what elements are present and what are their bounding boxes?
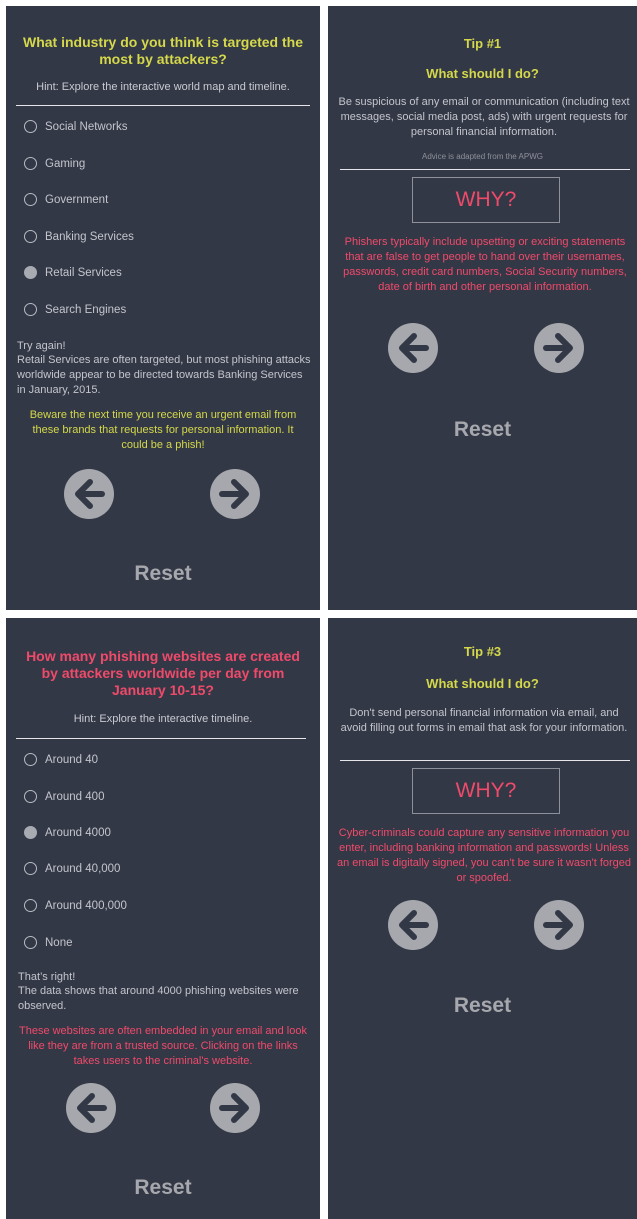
reset-button[interactable]: Reset [6, 562, 320, 586]
tip-title: What should I do? [426, 66, 539, 81]
next-button[interactable] [534, 323, 584, 373]
radio-button-selected-icon[interactable] [24, 826, 37, 839]
why-explanation: Phishers typically include upsetting or … [343, 236, 627, 293]
why-button[interactable]: WHY? [412, 177, 560, 223]
option-government[interactable]: Government [24, 193, 108, 206]
radio-button-icon[interactable] [24, 230, 37, 243]
radio-button-icon[interactable] [24, 936, 37, 949]
next-button[interactable] [210, 469, 260, 519]
option-gaming[interactable]: Gaming [24, 157, 85, 170]
back-button[interactable] [66, 1083, 116, 1133]
arrow-right-circle-icon [543, 333, 573, 363]
hint-text: Hint: Explore the interactive timeline. [73, 713, 253, 725]
arrow-left-circle-icon [399, 333, 429, 363]
feedback-status: That’s right! [18, 971, 76, 983]
option-around-400000[interactable]: Around 400,000 [24, 899, 127, 912]
tip-body: Don't send personal financial informatio… [340, 707, 628, 734]
advice-source-note: Advice is adapted from the APWG [422, 152, 543, 161]
option-around-40[interactable]: Around 40 [24, 753, 98, 766]
option-social-networks[interactable]: Social Networks [24, 120, 127, 133]
option-label: Social Networks [45, 120, 128, 133]
option-retail-services[interactable]: Retail Services [24, 266, 122, 279]
radio-button-icon[interactable] [24, 303, 37, 316]
radio-button-icon[interactable] [24, 120, 37, 133]
divider [16, 105, 310, 106]
option-label: Around 40 [45, 753, 99, 766]
option-label: Around 400,000 [45, 899, 127, 912]
warning-note: Beware the next time you receive an urge… [29, 409, 297, 451]
option-around-400[interactable]: Around 400 [24, 790, 104, 803]
back-button[interactable] [388, 900, 438, 950]
tip-panel-3: Tip #3 What should I do? Don't send pers… [328, 618, 637, 1219]
why-explanation: Cyber-criminals could capture any sensit… [336, 827, 632, 884]
tip-body: Be suspicious of any email or communicat… [338, 96, 630, 138]
option-label: Government [45, 193, 109, 206]
quiz-panel-industry: What industry do you think is targeted t… [6, 6, 320, 610]
tip-number: Tip #1 [463, 36, 502, 51]
option-banking-services[interactable]: Banking Services [24, 230, 134, 243]
question-title: How many phishing websites are created b… [26, 648, 300, 698]
option-none[interactable]: None [24, 936, 73, 949]
option-label: Retail Services [45, 266, 122, 279]
radio-button-icon[interactable] [24, 753, 37, 766]
arrow-left-circle-icon [77, 1093, 107, 1123]
arrow-left-circle-icon [75, 479, 105, 509]
reset-button[interactable]: Reset [328, 418, 637, 442]
divider [340, 169, 630, 170]
option-label: Around 4000 [45, 826, 111, 839]
question-title: What industry do you think is targeted t… [22, 34, 303, 67]
why-button[interactable]: WHY? [412, 768, 560, 814]
option-label: Banking Services [45, 230, 134, 243]
info-note: These websites are often embedded in you… [18, 1025, 307, 1067]
back-button[interactable] [64, 469, 114, 519]
reset-button[interactable]: Reset [6, 1176, 320, 1200]
option-label: Search Engines [45, 303, 127, 316]
divider [16, 738, 306, 739]
radio-button-selected-icon[interactable] [24, 266, 37, 279]
arrow-right-circle-icon [543, 910, 573, 940]
arrow-left-circle-icon [399, 910, 429, 940]
option-search-engines[interactable]: Search Engines [24, 303, 126, 316]
radio-button-icon[interactable] [24, 862, 37, 875]
back-button[interactable] [388, 323, 438, 373]
hint-text: Hint: Explore the interactive world map … [36, 81, 290, 93]
option-label: Around 40,000 [45, 862, 121, 875]
quiz-panel-websites: How many phishing websites are created b… [6, 618, 320, 1219]
radio-button-icon[interactable] [24, 193, 37, 206]
tip-title: What should I do? [426, 676, 539, 691]
next-button[interactable] [534, 900, 584, 950]
tip-panel-1: Tip #1 What should I do? Be suspicious o… [328, 6, 637, 610]
option-around-40000[interactable]: Around 40,000 [24, 862, 120, 875]
option-label: Gaming [45, 157, 86, 170]
divider [340, 760, 630, 761]
option-around-4000[interactable]: Around 4000 [24, 826, 111, 839]
radio-button-icon[interactable] [24, 157, 37, 170]
feedback-status: Try again! [17, 340, 66, 352]
option-label: None [45, 936, 73, 949]
radio-button-icon[interactable] [24, 790, 37, 803]
feedback-body: Retail Services are often targeted, but … [17, 354, 311, 396]
reset-button[interactable]: Reset [328, 994, 637, 1018]
next-button[interactable] [210, 1083, 260, 1133]
tip-number: Tip #3 [463, 644, 502, 659]
feedback-body: The data shows that around 4000 phishing… [18, 985, 299, 1012]
arrow-right-circle-icon [219, 1093, 249, 1123]
arrow-right-circle-icon [219, 479, 249, 509]
radio-button-icon[interactable] [24, 899, 37, 912]
option-label: Around 400 [45, 790, 105, 803]
